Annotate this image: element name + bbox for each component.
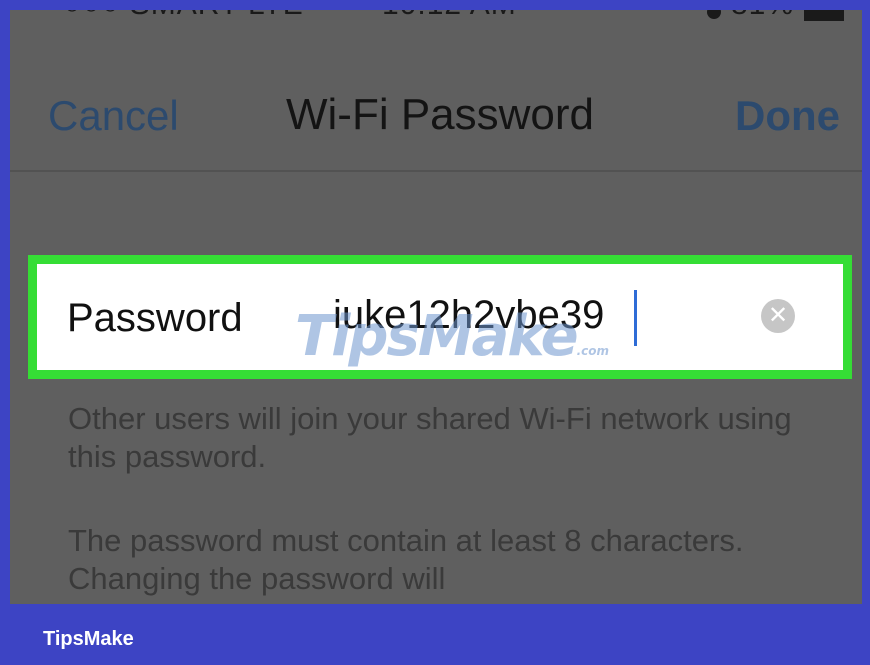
password-input[interactable] bbox=[333, 290, 693, 340]
battery-percent: 81% bbox=[731, 10, 794, 22]
password-hint-text: Other users will join your shared Wi-Fi … bbox=[68, 401, 792, 474]
brand-label: TipsMake bbox=[43, 628, 134, 650]
password-label: Password bbox=[67, 296, 243, 340]
navigation-bar: Cancel Wi-Fi Password Done bbox=[10, 70, 862, 172]
battery-indicator: 81% bbox=[706, 10, 844, 22]
watermark-suffix: .com bbox=[576, 344, 609, 358]
done-button[interactable]: Done bbox=[735, 92, 840, 140]
cancel-button[interactable]: Cancel bbox=[48, 92, 179, 140]
carrier-text: ••○○○ SMART LTE bbox=[40, 10, 304, 22]
text-caret bbox=[634, 290, 637, 346]
location-icon bbox=[706, 10, 721, 19]
status-bar: ••○○○ SMART LTE 10:12 AM 81% bbox=[10, 10, 862, 28]
password-requirement-text: The password must contain at least 8 cha… bbox=[68, 523, 744, 596]
password-row: Password TipsMake.com ✕ bbox=[28, 255, 852, 379]
phone-screen: ••○○○ SMART LTE 10:12 AM 81% Cancel Wi-F… bbox=[10, 10, 862, 604]
clear-icon[interactable]: ✕ bbox=[761, 299, 795, 333]
battery-icon bbox=[804, 10, 844, 21]
clock-text: 10:12 AM bbox=[382, 10, 517, 22]
page-title: Wi-Fi Password bbox=[286, 90, 595, 139]
